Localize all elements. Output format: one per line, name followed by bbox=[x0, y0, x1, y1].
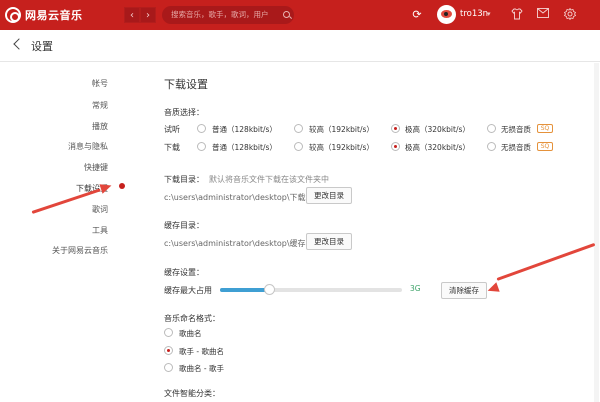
preview-quality-radio-high[interactable] bbox=[294, 124, 303, 133]
sidenav-item-shortcuts[interactable]: 快捷键 bbox=[84, 162, 108, 173]
gear-icon[interactable] bbox=[563, 7, 577, 22]
naming-radio-song-artist[interactable] bbox=[164, 363, 173, 372]
scrollbar[interactable] bbox=[594, 63, 599, 402]
search-icon[interactable] bbox=[283, 11, 290, 18]
history-nav: ‹ › bbox=[124, 7, 156, 23]
forward-arrow-button[interactable]: › bbox=[140, 7, 156, 23]
search-input[interactable]: 搜索音乐，歌手，歌词，用户 bbox=[162, 6, 294, 24]
annotation-arrow bbox=[496, 242, 596, 281]
change-cache-dir-button[interactable]: 更改目录 bbox=[306, 233, 352, 250]
naming-option-label: 歌手 - 歌曲名 bbox=[179, 347, 224, 356]
sidenav-item-general[interactable]: 常规 bbox=[92, 100, 108, 111]
cache-max-value: 3G bbox=[410, 284, 421, 293]
shirt-skin-icon[interactable] bbox=[510, 8, 524, 22]
cache-dir-label: 缓存目录： bbox=[164, 221, 204, 230]
option-label: 较高（192kbit/s） bbox=[309, 125, 374, 134]
option-label: 普通（128kbit/s） bbox=[212, 125, 277, 134]
download-dir-path: c:\users\administrator\desktop\下载 bbox=[164, 193, 306, 202]
change-download-dir-button[interactable]: 更改目录 bbox=[306, 187, 352, 204]
sync-icon[interactable]: ⟳ bbox=[410, 8, 424, 22]
quality-row-label-preview: 试听 bbox=[164, 125, 180, 134]
preview-quality-radio-normal[interactable] bbox=[197, 124, 206, 133]
sidenav-item-playback[interactable]: 播放 bbox=[92, 121, 108, 132]
page-header bbox=[0, 30, 600, 62]
preview-quality-radio-lossless[interactable] bbox=[487, 124, 496, 133]
naming-radio-artist-song[interactable] bbox=[164, 346, 173, 355]
annotation-arrow bbox=[31, 188, 101, 214]
slider-fill bbox=[220, 288, 270, 292]
download-quality-radio-high[interactable] bbox=[294, 142, 303, 151]
cache-dir-path: c:\users\administrator\desktop\缓存 bbox=[164, 239, 306, 248]
option-label: 极高（320kbit/s） bbox=[405, 125, 470, 134]
option-label: 极高（320kbit/s） bbox=[405, 143, 470, 152]
mail-icon[interactable] bbox=[536, 8, 550, 22]
annotation-arrowhead bbox=[99, 180, 114, 194]
option-label: 较高（192kbit/s） bbox=[309, 143, 374, 152]
active-indicator bbox=[119, 183, 125, 189]
app-name: 网易云音乐 bbox=[25, 9, 83, 22]
chevron-down-icon[interactable]: ▾ bbox=[487, 10, 491, 18]
download-dir-label: 下载目录： bbox=[164, 175, 204, 184]
back-arrow-button[interactable]: ‹ bbox=[124, 7, 140, 23]
clear-cache-button[interactable]: 清除缓存 bbox=[441, 282, 487, 299]
page-title: 设置 bbox=[31, 40, 53, 53]
preview-quality-radio-very-high[interactable] bbox=[391, 124, 400, 133]
naming-option-label: 歌曲名 - 歌手 bbox=[179, 364, 224, 373]
sidenav-item-account[interactable]: 帐号 bbox=[92, 78, 108, 89]
sidenav-item-privacy[interactable]: 消息与隐私 bbox=[68, 141, 108, 152]
cache-size-slider[interactable] bbox=[220, 288, 402, 292]
naming-format-label: 音乐命名格式： bbox=[164, 314, 220, 323]
option-label: 无损音质 bbox=[501, 143, 531, 152]
sq-badge: SQ bbox=[537, 124, 553, 133]
download-quality-radio-very-high[interactable] bbox=[391, 142, 400, 151]
sq-badge: SQ bbox=[537, 142, 553, 151]
smart-classify-label: 文件智能分类： bbox=[164, 389, 220, 398]
download-quality-radio-lossless[interactable] bbox=[487, 142, 496, 151]
username[interactable]: tro13n bbox=[460, 9, 488, 19]
slider-handle[interactable] bbox=[264, 284, 276, 295]
download-quality-radio-normal[interactable] bbox=[197, 142, 206, 151]
option-label: 普通（128kbit/s） bbox=[212, 143, 277, 152]
cache-settings-label: 缓存设置： bbox=[164, 268, 204, 277]
netease-logo-icon bbox=[5, 7, 21, 23]
naming-option-label: 歌曲名 bbox=[179, 329, 202, 338]
sidenav-item-tools[interactable]: 工具 bbox=[92, 225, 108, 236]
app-logo[interactable]: 网易云音乐 bbox=[5, 6, 83, 24]
option-label: 无损音质 bbox=[501, 125, 531, 134]
sidenav-item-about[interactable]: 关于网易云音乐 bbox=[52, 245, 108, 256]
naming-radio-song[interactable] bbox=[164, 328, 173, 337]
annotation-arrowhead bbox=[485, 282, 500, 296]
section-title: 下载设置 bbox=[164, 78, 208, 91]
download-dir-hint: 默认将音乐文件下载在该文件夹中 bbox=[209, 175, 329, 184]
cache-max-label: 缓存最大占用 bbox=[164, 286, 212, 295]
sidenav-item-lyrics[interactable]: 歌词 bbox=[92, 204, 108, 215]
quality-label: 音质选择： bbox=[164, 108, 204, 117]
quality-row-label-download: 下载 bbox=[164, 143, 180, 152]
avatar[interactable] bbox=[437, 5, 456, 24]
